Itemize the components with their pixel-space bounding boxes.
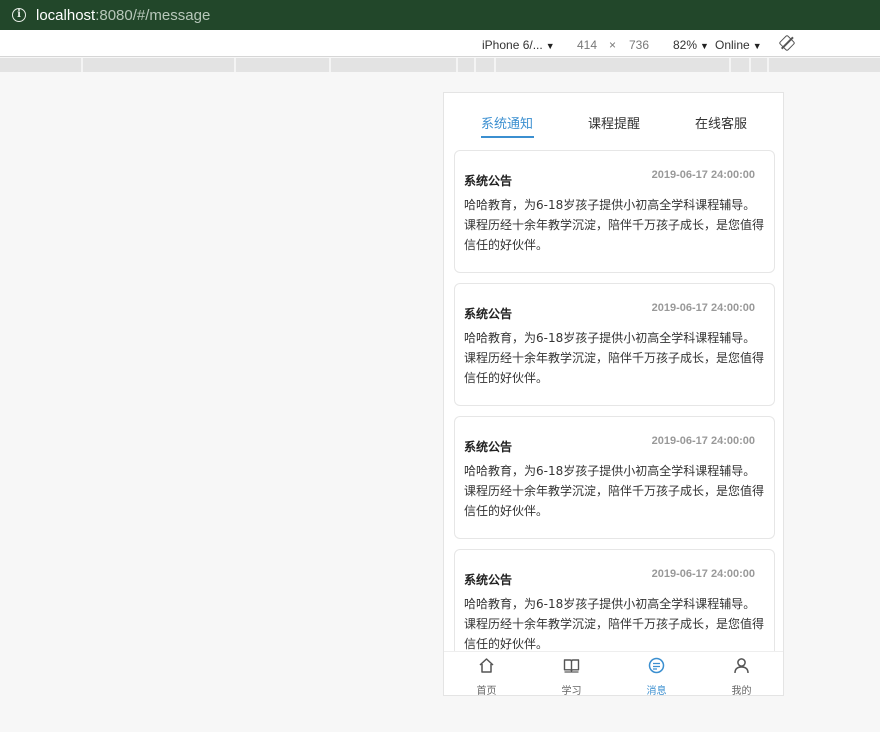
nav-item-message[interactable]: 消息 <box>614 652 699 696</box>
notice-title: 系统公告 <box>464 573 513 587</box>
home-icon <box>479 658 494 673</box>
device-toolbar: iPhone 6/... ▼ 414 × 736 82% ▼ Online ▼ <box>0 30 880 57</box>
notice-title: 系统公告 <box>464 440 513 454</box>
nav-label: 首页 <box>476 686 497 696</box>
zoom-select[interactable]: 82% ▼ <box>673 38 709 52</box>
nav-label: 学习 <box>561 686 582 696</box>
notice-body: 哈哈教育，为6-18岁孩子提供小初高全学科课程辅导。课程历经十余年教学沉淀，陪伴… <box>464 597 765 651</box>
nav-label: 消息 <box>646 686 667 696</box>
ruler-divider <box>474 58 476 72</box>
width-input[interactable]: 414 <box>577 38 597 52</box>
nav-label: 我的 <box>731 686 752 696</box>
ruler-divider <box>81 58 83 72</box>
media-query-ruler[interactable] <box>0 58 880 72</box>
tab-system-notice[interactable]: 系统通知 <box>481 113 533 132</box>
url-text[interactable]: localhost:8080/#/message <box>36 7 210 24</box>
info-icon[interactable]: i <box>12 8 26 22</box>
ruler-divider <box>767 58 769 72</box>
notice-time: 2019-06-17 24:00:00 <box>651 302 755 314</box>
ruler-divider <box>749 58 751 72</box>
chevron-down-icon: ▼ <box>700 41 709 51</box>
message-tabs: 系统通知 课程提醒 在线客服 <box>444 93 783 141</box>
zoom-value: 82% <box>673 38 698 52</box>
bottom-nav: 首页 学习 消息 我的 <box>444 651 783 696</box>
ruler-divider <box>494 58 496 72</box>
ruler-divider <box>456 58 458 72</box>
notice-title: 系统公告 <box>464 307 513 321</box>
notice-body: 哈哈教育，为6-18岁孩子提供小初高全学科课程辅导。课程历经十余年教学沉淀，陪伴… <box>464 198 765 252</box>
notice-title: 系统公告 <box>464 174 513 188</box>
chevron-down-icon: ▼ <box>545 41 555 51</box>
dimension-separator: × <box>609 38 617 52</box>
notice-body: 哈哈教育，为6-18岁孩子提供小初高全学科课程辅导。课程历经十余年教学沉淀，陪伴… <box>464 464 765 518</box>
rotate-icon[interactable] <box>778 34 796 52</box>
notice-card[interactable]: 系统公告 2019-06-17 24:00:00 哈哈教育，为6-18岁孩子提供… <box>454 283 775 406</box>
device-name: iPhone 6/... <box>482 38 543 52</box>
phone-viewport: 系统通知 课程提醒 在线客服 系统公告 2019-06-17 24:00:00 … <box>443 92 784 696</box>
ruler-divider <box>234 58 236 72</box>
device-select[interactable]: iPhone 6/... ▼ <box>482 38 555 52</box>
notice-card[interactable]: 系统公告 2019-06-17 24:00:00 哈哈教育，为6-18岁孩子提供… <box>454 416 775 539</box>
url-host: localhost <box>36 6 96 24</box>
chevron-down-icon: ▼ <box>752 41 762 51</box>
notice-body: 哈哈教育，为6-18岁孩子提供小初高全学科课程辅导。课程历经十余年教学沉淀，陪伴… <box>464 331 765 385</box>
message-icon <box>648 657 665 674</box>
network-value: Online <box>715 38 750 52</box>
notice-time: 2019-06-17 24:00:00 <box>651 435 755 447</box>
notice-time: 2019-06-17 24:00:00 <box>651 568 755 580</box>
nav-item-mine[interactable]: 我的 <box>699 652 783 696</box>
tab-online-service[interactable]: 在线客服 <box>695 113 747 132</box>
url-path: :8080/#/message <box>95 6 211 24</box>
active-tab-indicator <box>481 136 534 138</box>
address-bar[interactable]: i localhost:8080/#/message <box>0 0 880 30</box>
ruler-divider <box>729 58 731 72</box>
user-icon <box>734 658 749 674</box>
height-input[interactable]: 736 <box>629 38 649 52</box>
notice-card[interactable]: 系统公告 2019-06-17 24:00:00 哈哈教育，为6-18岁孩子提供… <box>454 150 775 273</box>
tab-course-reminder[interactable]: 课程提醒 <box>588 113 640 132</box>
network-select[interactable]: Online ▼ <box>715 38 762 52</box>
notice-time: 2019-06-17 24:00:00 <box>651 169 755 181</box>
book-icon <box>563 659 580 673</box>
nav-item-study[interactable]: 学习 <box>529 652 614 696</box>
ruler-divider <box>329 58 331 72</box>
nav-item-home[interactable]: 首页 <box>444 652 529 696</box>
